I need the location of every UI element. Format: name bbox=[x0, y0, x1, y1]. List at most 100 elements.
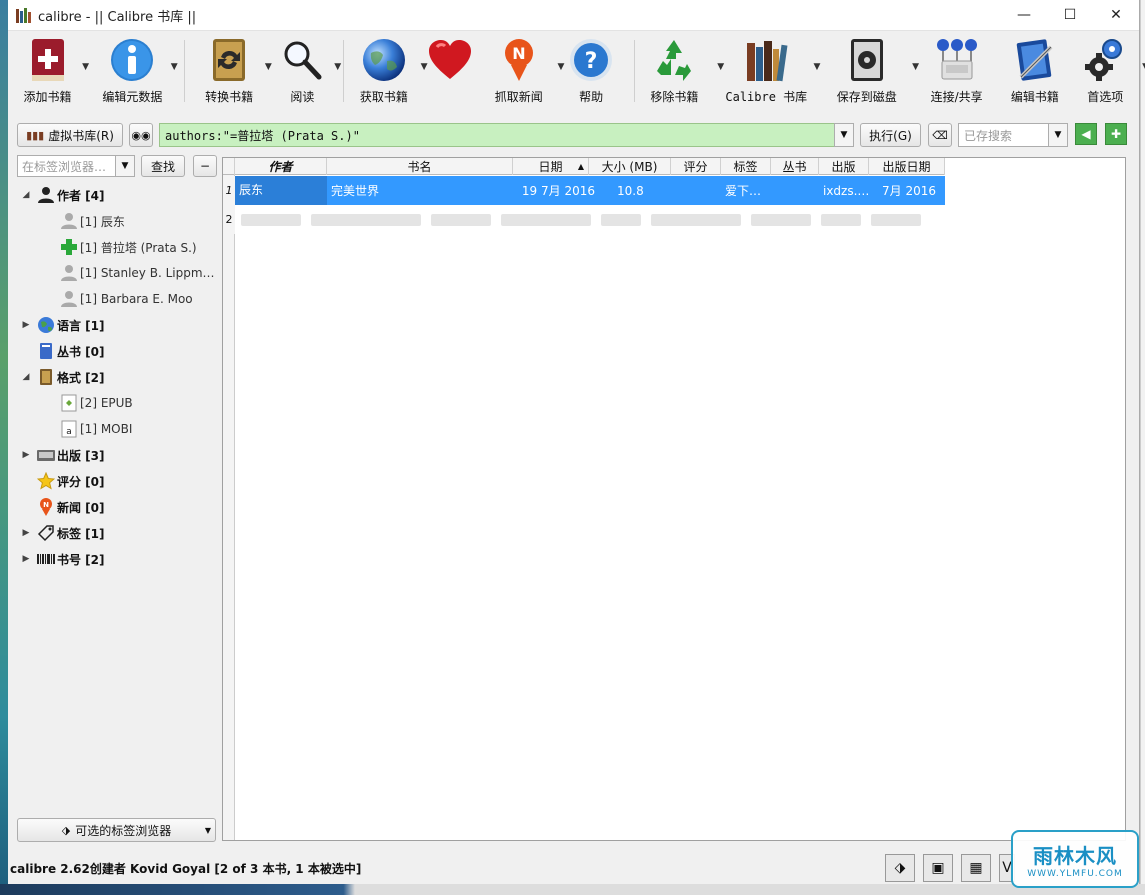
edit-metadata-button[interactable]: 编辑元数据 ▼ bbox=[87, 36, 178, 105]
watermark-logo: 雨林木风 WWW.YLMFU.COM bbox=[1011, 830, 1139, 888]
desktop-edge-left bbox=[0, 0, 8, 895]
star-icon bbox=[35, 471, 57, 491]
person-gray-icon bbox=[58, 263, 80, 283]
tag-find-button[interactable]: 查找 bbox=[141, 155, 185, 177]
execute-search-button[interactable]: 执行(G) bbox=[860, 123, 921, 147]
remove-books-button[interactable]: 移除书籍 ▼ bbox=[641, 36, 724, 105]
tree-category-series[interactable]: 丛书 [0] bbox=[8, 338, 221, 364]
tag-browser-toggle-button[interactable]: ⬗ bbox=[885, 854, 915, 882]
expanded-arrow-icon[interactable]: ◢ bbox=[17, 190, 35, 200]
chevron-down-icon[interactable]: ▼ bbox=[813, 62, 820, 72]
column-label-date: 日期 bbox=[538, 160, 563, 174]
binoculars-button[interactable]: ◉◉ bbox=[129, 123, 153, 147]
tree-label: 格式 [2] bbox=[57, 370, 105, 385]
minimize-button[interactable]: — bbox=[1001, 0, 1047, 31]
tree-item-format[interactable]: a [1] MOBI bbox=[8, 416, 221, 442]
tree-item-format[interactable]: [2] EPUB bbox=[8, 390, 221, 416]
info-icon bbox=[108, 36, 156, 84]
column-header-size[interactable]: 大小 (MB) bbox=[589, 158, 671, 175]
save-to-disk-button[interactable]: 保存到磁盘 ▼ bbox=[822, 36, 919, 105]
close-button[interactable]: ✕ bbox=[1093, 0, 1139, 31]
preferences-icon bbox=[1081, 36, 1129, 84]
tree-category-authors[interactable]: ◢ 作者 [4] bbox=[8, 182, 221, 208]
calibre-library-button[interactable]: Calibre 书库 ▼ bbox=[716, 36, 820, 105]
edit-book-button[interactable]: 编辑书籍 bbox=[1000, 36, 1069, 105]
help-button[interactable]: ? 帮助 bbox=[554, 36, 627, 105]
tree-category-publisher[interactable]: ▶ 出版 [3] bbox=[8, 442, 221, 468]
tree-item-author[interactable]: [1] 辰东 bbox=[8, 208, 221, 234]
barcode-icon bbox=[35, 549, 57, 569]
toolbar-label: 连接/共享 bbox=[930, 90, 983, 104]
tree-item-author[interactable]: [1] 普拉塔 (Prata S.) bbox=[8, 234, 221, 260]
backspace-icon: ⌫ bbox=[932, 128, 948, 142]
get-books-button[interactable]: 获取书籍 ▼ bbox=[350, 36, 428, 105]
tree-category-formats[interactable]: ◢ 格式 [2] bbox=[8, 364, 221, 390]
tag-icon: ⬗ bbox=[894, 860, 906, 876]
clear-search-button[interactable]: ⌫ bbox=[928, 123, 952, 147]
virtual-library-button[interactable]: ▮▮▮ 虚拟书库(R) bbox=[17, 123, 123, 147]
preferences-button[interactable]: 首选项 ▼ bbox=[1072, 36, 1145, 105]
donate-button[interactable] bbox=[418, 36, 484, 88]
publisher-icon bbox=[35, 445, 57, 465]
tag-find-dropdown[interactable]: ▼ bbox=[115, 155, 135, 177]
tree-label: [2] EPUB bbox=[80, 396, 133, 410]
tree-category-rating[interactable]: 评分 [0] bbox=[8, 468, 221, 494]
watermark-main-text: 雨林木风 bbox=[1033, 843, 1117, 868]
add-book-button[interactable]: 添加书籍 ▼ bbox=[8, 36, 89, 105]
tree-category-news[interactable]: N 新闻 [0] bbox=[8, 494, 221, 520]
collapsed-arrow-icon[interactable]: ▶ bbox=[17, 450, 35, 460]
maximize-button[interactable]: ☐ bbox=[1047, 0, 1093, 31]
library-icon: ▮▮▮ bbox=[26, 128, 45, 142]
connect-share-icon bbox=[933, 36, 981, 84]
read-book-button[interactable]: 阅读 ▼ bbox=[268, 36, 341, 105]
chevron-down-icon[interactable]: ▼ bbox=[171, 62, 178, 72]
column-header-tags[interactable]: 标签 bbox=[721, 158, 771, 175]
column-header-title[interactable]: 书名 bbox=[327, 158, 513, 175]
collapsed-arrow-icon[interactable]: ▶ bbox=[17, 554, 35, 564]
tree-category-languages[interactable]: ▶ 语言 [1] bbox=[8, 312, 221, 338]
toolbar-separator bbox=[183, 40, 185, 102]
collapsed-arrow-icon[interactable]: ▶ bbox=[17, 320, 35, 330]
tree-label: 出版 [3] bbox=[57, 448, 105, 463]
cover-view-button[interactable]: ▣ bbox=[923, 854, 953, 882]
calibre-window: calibre - || Calibre 书库 || — ☐ ✕ 添加书籍 ▼ … bbox=[8, 0, 1145, 884]
tag-browser: 在标签浏览器… ▼ 查找 − ◢ 作者 [4] [1] 辰东 [1] 普拉塔 (… bbox=[8, 152, 221, 842]
alternate-tag-browser-button[interactable]: ⬗ 可选的标签浏览器 ▼ bbox=[17, 818, 216, 842]
collapsed-arrow-icon[interactable]: ▶ bbox=[17, 528, 35, 538]
connect-share-button[interactable]: 连接/共享 bbox=[917, 36, 996, 105]
tag-browser-find-input[interactable]: 在标签浏览器… bbox=[17, 155, 125, 177]
cell-pubdate: 7月 2016 bbox=[882, 184, 936, 198]
table-row[interactable]: 1 辰东 完美世界 19 7月 2016 10.8 爱下… ixdzs.… 7月… bbox=[223, 176, 945, 205]
column-header-series[interactable]: 丛书 bbox=[771, 158, 819, 175]
desktop-edge-right bbox=[1140, 0, 1145, 895]
copy-search-button[interactable]: ◀ bbox=[1075, 123, 1097, 145]
column-header-pubdate[interactable]: 出版日期 bbox=[869, 158, 945, 175]
tree-category-identifiers[interactable]: ▶ 书号 [2] bbox=[8, 546, 221, 572]
search-input[interactable]: authors:"=普拉塔 (Prata S.)" bbox=[159, 123, 835, 147]
person-icon bbox=[35, 185, 57, 205]
collapse-all-button[interactable]: − bbox=[193, 155, 217, 177]
save-search-button[interactable]: ✚ bbox=[1105, 123, 1127, 145]
magnifier-icon bbox=[278, 36, 326, 84]
save-disk-icon bbox=[843, 36, 891, 84]
column-header-publisher[interactable]: 出版 bbox=[819, 158, 869, 175]
tree-item-author[interactable]: [1] Barbara E. Moo bbox=[8, 286, 221, 312]
column-header-rating[interactable]: 评分 bbox=[671, 158, 721, 175]
tree-item-author[interactable]: [1] Stanley B. Lippm… bbox=[8, 260, 221, 286]
help-icon: ? bbox=[567, 36, 615, 84]
search-history-dropdown[interactable]: ▼ bbox=[834, 123, 854, 147]
expanded-arrow-icon[interactable]: ◢ bbox=[17, 372, 35, 382]
column-header-author[interactable]: 作者 bbox=[235, 158, 327, 175]
toolbar-label: 抓取新闻 bbox=[494, 90, 543, 104]
saved-search-dropdown[interactable]: ▼ bbox=[1048, 123, 1068, 147]
tree-category-tags[interactable]: ▶ 标签 [1] bbox=[8, 520, 221, 546]
fetch-news-button[interactable]: N 抓取新闻 ▼ bbox=[483, 36, 564, 105]
convert-books-button[interactable]: 转换书籍 ▼ bbox=[191, 36, 272, 105]
chevron-down-icon[interactable]: ▼ bbox=[334, 62, 341, 72]
grid-view-button[interactable]: ▦ bbox=[961, 854, 991, 882]
saved-search-input[interactable]: 已存搜索 bbox=[958, 123, 1050, 147]
table-row[interactable]: 2 bbox=[223, 205, 945, 234]
tree-label: [1] MOBI bbox=[80, 422, 133, 436]
book-format-icon bbox=[35, 367, 57, 387]
column-header-date[interactable]: 日期 ▲ bbox=[513, 158, 589, 175]
